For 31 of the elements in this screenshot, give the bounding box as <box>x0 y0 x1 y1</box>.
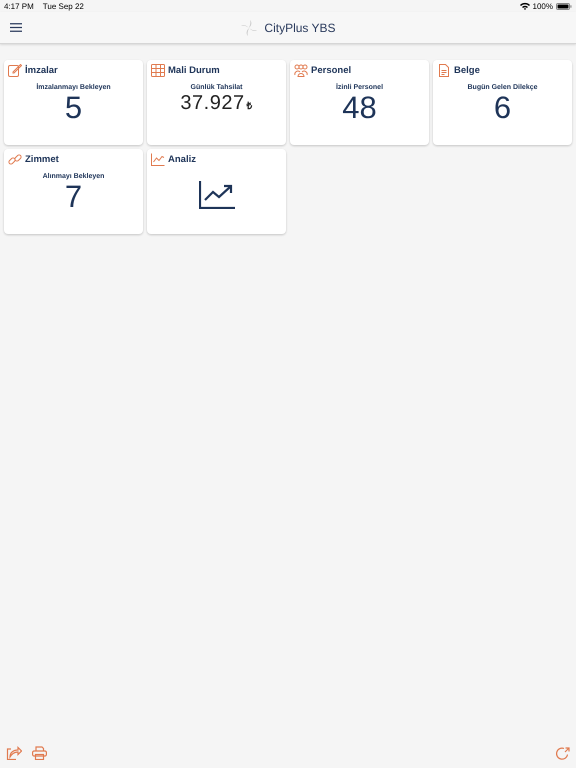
document-icon <box>437 64 451 77</box>
card-title: İmzalar <box>25 65 58 76</box>
app-title: CityPlus YBS <box>264 20 336 34</box>
card-value: 6 <box>494 91 512 125</box>
wifi-icon <box>520 2 530 10</box>
battery-icon <box>556 2 572 10</box>
card-value: 48 <box>342 91 377 125</box>
print-button[interactable] <box>32 746 47 760</box>
logo-icon <box>240 18 258 36</box>
table-icon <box>151 64 165 77</box>
menu-button[interactable] <box>10 23 22 32</box>
line-chart-icon <box>151 153 165 166</box>
card-title: Mali Durum <box>168 65 220 76</box>
status-time: 4:17 PM <box>4 2 34 10</box>
card-value: 7 <box>64 180 82 214</box>
refresh-button[interactable] <box>555 746 570 760</box>
people-icon <box>294 64 308 77</box>
card-title: Personel <box>311 65 352 76</box>
line-chart-icon <box>198 181 234 209</box>
card-title: Belge <box>454 65 480 76</box>
currency-symbol: ₺ <box>246 100 253 112</box>
dashboard-card[interactable]: Analiz <box>147 149 286 234</box>
card-value: 5 <box>64 91 82 125</box>
share-button[interactable] <box>6 746 22 760</box>
card-value: 37.927 <box>180 91 245 115</box>
card-title: Zimmet <box>25 154 59 165</box>
edit-icon <box>8 64 22 77</box>
link-icon <box>8 153 22 166</box>
card-title: Analiz <box>168 154 196 165</box>
status-date: Tue Sep 22 <box>42 2 84 10</box>
battery-percent: 100% <box>532 2 553 10</box>
